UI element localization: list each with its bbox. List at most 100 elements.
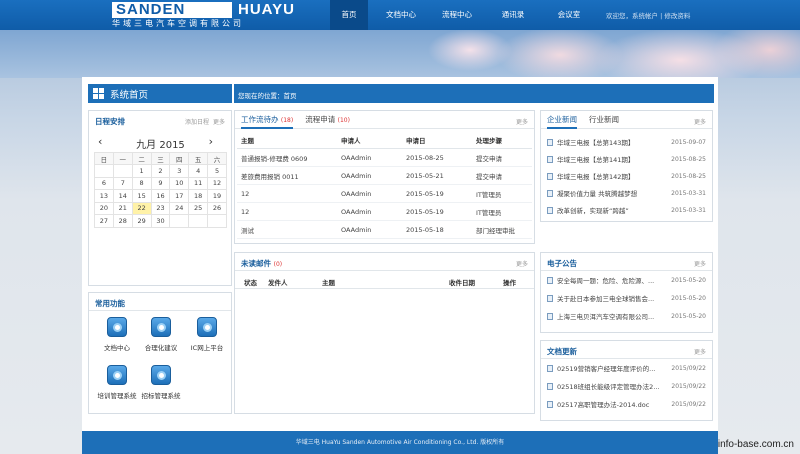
app-icon <box>151 365 171 385</box>
notice-panel: 电子公告 更多 安全每周一题：危险、危险源、... 2015-05-20 关于赴日本… <box>540 252 713 333</box>
list-item-title: 上海三电贝洱汽车空调有限公司... <box>557 313 655 321</box>
calendar-day[interactable]: 28 <box>112 214 133 228</box>
nav-documents[interactable]: 文档中心 <box>376 0 426 30</box>
workflow-col-header: 申请人 <box>337 132 402 149</box>
workflow-cell: 普通报销-修理费 0609 <box>237 148 337 167</box>
calendar-day[interactable]: 21 <box>112 201 133 215</box>
workflow-cell: 2015-05-18 <box>402 220 472 239</box>
list-item[interactable]: 02518班组长能级评定管理办法2... 2015/09/22 <box>547 381 706 393</box>
add-schedule-link[interactable]: 添加日程 <box>185 117 209 126</box>
list-item[interactable]: 上海三电贝洱汽车空调有限公司... 2015-05-20 <box>547 311 706 323</box>
quick-function-item[interactable]: 文档中心 <box>95 317 139 352</box>
calendar-day[interactable]: 1 <box>131 164 152 178</box>
calendar-empty-cell <box>94 164 114 178</box>
list-item[interactable]: 02519营销客户经理年度评价的... 2015/09/22 <box>547 363 706 375</box>
calendar-day[interactable]: 14 <box>112 189 133 203</box>
calendar-day[interactable]: 25 <box>188 201 209 215</box>
tab-company-news[interactable]: 企业新闻 <box>547 111 577 129</box>
app-icon <box>107 317 127 337</box>
list-item-title: 02518班组长能级评定管理办法2... <box>557 383 660 391</box>
doc-updates-more-link[interactable]: 更多 <box>694 347 706 356</box>
calendar-day[interactable]: 6 <box>94 176 114 190</box>
list-item[interactable]: 华域三电报【总第141期】 2015-08-25 <box>547 154 706 166</box>
calendar-day[interactable]: 24 <box>169 201 190 215</box>
welcome-text[interactable]: 欢迎您，系统帐户 | 修改资料 <box>606 10 690 20</box>
document-icon <box>547 382 553 390</box>
tab-workflow-todo[interactable]: 工作流待办 (18) <box>241 111 294 129</box>
nav-workflow[interactable]: 流程中心 <box>432 0 482 30</box>
notice-more-link[interactable]: 更多 <box>694 259 706 268</box>
calendar-day[interactable]: 7 <box>112 176 133 190</box>
calendar-day[interactable]: 16 <box>150 189 171 203</box>
list-item-title: 02517高职管理办法-2014.doc <box>557 401 650 409</box>
company-logo[interactable]: SANDEN HUAYU 华域三电汽车空调有限公司 <box>112 2 312 28</box>
calendar-day[interactable]: 19 <box>207 189 227 203</box>
list-item-title: 华域三电报【总第143期】 <box>557 139 635 147</box>
calendar-day[interactable]: 18 <box>188 189 209 203</box>
calendar-day[interactable]: 8 <box>131 176 152 190</box>
calendar-day[interactable]: 26 <box>207 201 227 215</box>
calendar-day[interactable]: 2 <box>150 164 171 178</box>
calendar-day[interactable]: 11 <box>188 176 209 190</box>
list-item[interactable]: 凝聚价值力量 共筑腾越梦想 2015-03-31 <box>547 188 706 200</box>
nav-home[interactable]: 首页 <box>330 0 368 30</box>
breadcrumb-bar: 您现在的位置：首页 <box>234 84 714 103</box>
quick-function-item[interactable]: 合理化建议 <box>139 317 183 352</box>
calendar-day[interactable]: 29 <box>131 214 152 228</box>
calendar-day[interactable]: 20 <box>94 201 114 215</box>
quick-function-item[interactable]: IC网上平台 <box>185 317 229 352</box>
workflow-header-row: 主题 申请人 申请日 处理步骤 <box>237 132 532 149</box>
list-item[interactable]: 02517高职管理办法-2014.doc 2015/09/22 <box>547 399 706 411</box>
list-item-title: 关于赴日本参加三电全球销售会... <box>557 295 655 303</box>
logo-sanden: SANDEN <box>112 2 232 18</box>
grid-icon <box>93 88 104 99</box>
calendar-weekday: 二 <box>131 152 152 165</box>
document-icon <box>547 276 553 284</box>
nav-meeting-room[interactable]: 会议室 <box>544 0 594 30</box>
workflow-row[interactable]: 普通报销-修理费 0609 OAAdmin 2015-08-25 提交申请 <box>237 148 532 167</box>
workflow-row[interactable]: 测试 OAAdmin 2015-05-18 部门经理审批 <box>237 220 532 239</box>
calendar-day[interactable]: 17 <box>169 189 190 203</box>
quick-function-label: 合理化建议 <box>144 344 178 352</box>
calendar-day[interactable]: 4 <box>188 164 209 178</box>
list-item-date: 2015/09/22 <box>671 383 706 390</box>
tab-industry-news[interactable]: 行业新闻 <box>589 111 619 129</box>
workflow-row[interactable]: 12 OAAdmin 2015-05-19 IT管理员 <box>237 202 532 221</box>
workflow-row[interactable]: 12 OAAdmin 2015-05-19 IT管理员 <box>237 184 532 203</box>
tab-workflow-apply-count: (10) <box>337 117 350 124</box>
calendar-day[interactable]: 12 <box>207 176 227 190</box>
document-icon <box>547 400 553 408</box>
mail-more-link[interactable]: 更多 <box>516 259 528 268</box>
quick-function-item[interactable]: 招标管理系统 <box>139 365 183 400</box>
workflow-more-link[interactable]: 更多 <box>516 117 528 126</box>
document-icon <box>547 364 553 372</box>
news-panel: 企业新闻 行业新闻 更多 华域三电报【总第143期】 2015-09-07 华域三电… <box>540 110 713 222</box>
calendar-day[interactable]: 27 <box>94 214 114 228</box>
list-item[interactable]: 安全每周一题：危险、危险源、... 2015-05-20 <box>547 275 706 287</box>
mail-col-subject: 主题 <box>322 279 335 287</box>
list-item[interactable]: 华域三电报【总第142期】 2015-08-25 <box>547 171 706 183</box>
workflow-cell: OAAdmin <box>337 166 402 185</box>
nav-contacts[interactable]: 通讯录 <box>488 0 538 30</box>
calendar-day[interactable]: 30 <box>150 214 171 228</box>
calendar-day[interactable]: 15 <box>131 189 152 203</box>
workflow-row[interactable]: 差旅费用报销 0011 OAAdmin 2015-05-21 提交申请 <box>237 166 532 185</box>
calendar-day[interactable]: 13 <box>94 189 114 203</box>
list-item-title: 安全每周一题：危险、危险源、... <box>557 277 655 285</box>
list-item[interactable]: 华域三电报【总第143期】 2015-09-07 <box>547 137 706 149</box>
workflow-cell: 测试 <box>237 220 337 239</box>
calendar-day[interactable]: 23 <box>150 201 171 215</box>
tab-workflow-apply[interactable]: 流程申请 (10) <box>305 111 350 129</box>
calendar-day[interactable]: 9 <box>150 176 171 190</box>
list-item[interactable]: 改革创新，实现新“跨越” 2015-03-31 <box>547 205 706 217</box>
schedule-more-link[interactable]: 更多 <box>213 117 225 126</box>
next-month-icon[interactable]: › <box>209 135 213 148</box>
calendar-day[interactable]: 10 <box>169 176 190 190</box>
calendar-day[interactable]: 5 <box>207 164 227 178</box>
calendar-day[interactable]: 22 <box>131 201 152 215</box>
list-item[interactable]: 关于赴日本参加三电全球销售会... 2015-05-20 <box>547 293 706 305</box>
news-more-link[interactable]: 更多 <box>694 117 706 126</box>
list-item-title: 华域三电报【总第142期】 <box>557 173 635 181</box>
calendar-day[interactable]: 3 <box>169 164 190 178</box>
quick-function-item[interactable]: 培训管理系统 <box>95 365 139 400</box>
